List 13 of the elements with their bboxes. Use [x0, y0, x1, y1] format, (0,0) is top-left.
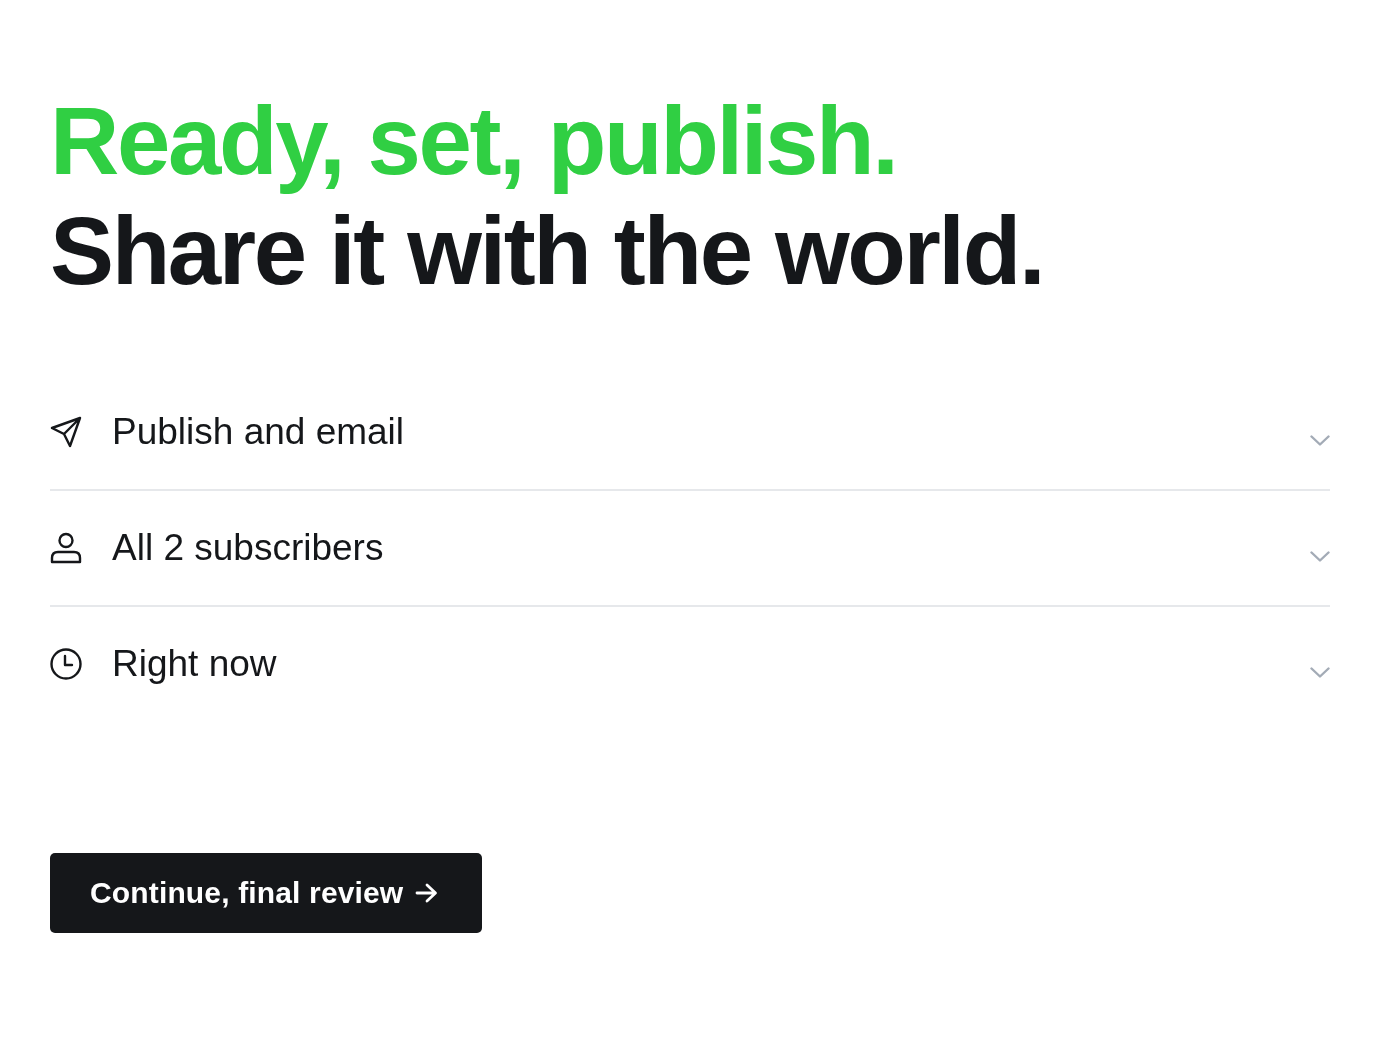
chevron-icon[interactable]	[1310, 434, 1330, 446]
option-label[interactable]: All 2 subscribers	[112, 526, 384, 570]
option-label[interactable]: Right now	[112, 642, 277, 686]
continue-button[interactable]: Continue, final review	[50, 853, 483, 933]
arrow-right-icon	[415, 883, 439, 903]
person-icon	[50, 532, 82, 564]
option-label[interactable]: Publish and email	[112, 410, 405, 454]
paper-plane-icon	[50, 416, 82, 448]
headline-subtitle: Share it with the world.	[50, 196, 1044, 306]
chevron-icon[interactable]	[1310, 666, 1330, 678]
chevron-icon[interactable]	[1310, 550, 1330, 562]
headline-title: Ready, set, publish.	[50, 86, 897, 196]
clock-icon	[50, 648, 82, 680]
